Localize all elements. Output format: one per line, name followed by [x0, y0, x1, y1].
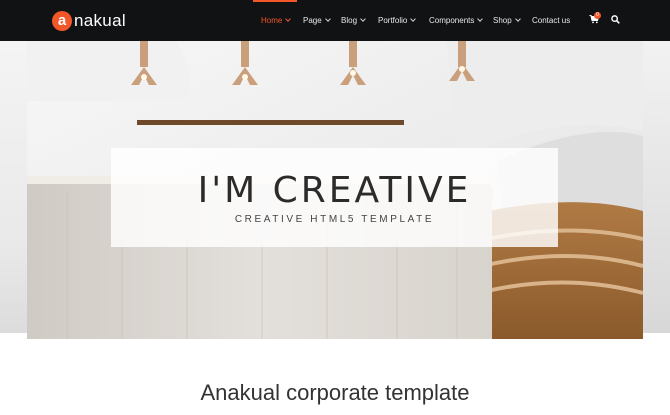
chevron-down-icon: [360, 16, 366, 22]
chevron-down-icon: [477, 16, 484, 22]
cart-count-badge: 0: [594, 12, 601, 19]
nav-item-label: Components: [429, 16, 475, 25]
nav-item-label: Page: [303, 16, 322, 25]
nav-item-label: Contact us: [532, 16, 571, 25]
nav-item-label: Portfolio: [378, 16, 408, 25]
nav-item-home[interactable]: Home: [261, 0, 292, 41]
prev-slide-peek: [0, 41, 27, 333]
logo-text: nakual: [74, 11, 126, 30]
section-title: Anakual corporate template: [200, 380, 470, 405]
chevron-down-icon: [410, 16, 417, 22]
search-icon[interactable]: [611, 15, 620, 24]
nav-item-blog[interactable]: Blog: [341, 0, 366, 41]
nav-item-portfolio[interactable]: Portfolio: [378, 0, 417, 41]
nav-item-label: Blog: [341, 16, 358, 25]
hero-title: I'M CREATIVE: [197, 170, 472, 211]
nav-item-label: Shop: [493, 16, 512, 25]
chevron-down-icon: [514, 16, 521, 22]
nav-item-shop[interactable]: Shop: [493, 0, 521, 41]
next-slide-peek: [643, 41, 670, 333]
nav-item-contact[interactable]: Contact us: [532, 0, 570, 41]
nav-item-components[interactable]: Components: [429, 0, 484, 41]
nav-item-label: Home: [261, 16, 283, 25]
hero-subtitle: CREATIVE HTML5 TEMPLATE: [234, 214, 435, 225]
top-navbar: a nakual Home Page Blog Portfolio Compon…: [0, 0, 670, 41]
chevron-down-icon: [285, 16, 292, 22]
hero-caption: I'M CREATIVE CREATIVE HTML5 TEMPLATE: [111, 148, 558, 247]
logo-mark: a: [52, 11, 72, 31]
site-logo[interactable]: a nakual: [52, 10, 126, 32]
chevron-down-icon: [324, 16, 331, 22]
nav-item-page[interactable]: Page: [303, 0, 331, 41]
